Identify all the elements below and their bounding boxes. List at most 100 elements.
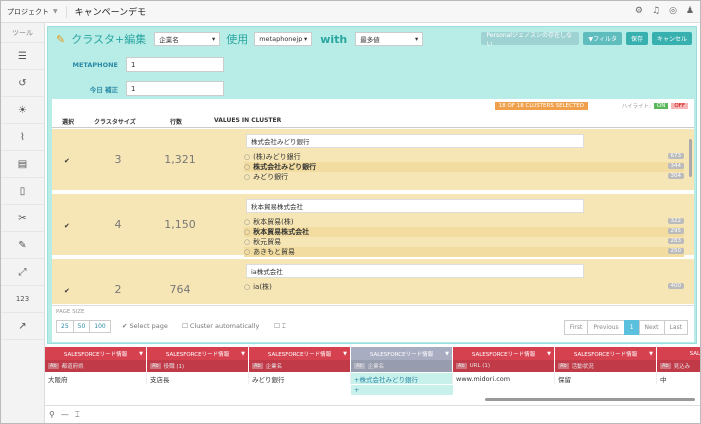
pager-first[interactable]: First — [563, 320, 589, 335]
cluster-value[interactable]: ○ あきもと貿易 250 — [244, 247, 684, 257]
grid-cell[interactable]: 支店長 — [147, 373, 249, 384]
horizontal-scrollbar[interactable] — [485, 398, 695, 401]
grid-cell[interactable] — [453, 385, 555, 395]
radio-icon[interactable]: ○ — [244, 218, 250, 226]
new-value-input[interactable]: 秋本貿易株式会社 — [246, 199, 584, 213]
text-icon[interactable]: ⌶ — [75, 410, 80, 420]
chevron-down-icon[interactable]: ▼ — [241, 351, 245, 357]
grid-column-header[interactable]: SALESFORCEリード情報 ▼ Ab 都道府県 — [45, 347, 146, 372]
type-icon: Ab — [48, 363, 59, 369]
grid-cell[interactable]: 保留 — [555, 373, 657, 384]
radio-icon[interactable]: ○ — [244, 173, 250, 181]
new-value-input[interactable]: 株式会社みどり銀行 — [246, 134, 584, 148]
grid-cell[interactable]: www.midori.com — [453, 373, 555, 384]
top-bar: プロジェクト ▼ キャンペーンデモ ⚙ ♫ ◎ ♟ — [1, 1, 700, 23]
filter-button[interactable]: ▼フィルタ — [583, 32, 622, 45]
scrollbar[interactable] — [689, 139, 692, 177]
grid-cell[interactable] — [657, 385, 700, 395]
history-icon[interactable]: ↺ — [1, 70, 44, 97]
chevron-down-icon[interactable]: ▼ — [139, 351, 143, 357]
project-label[interactable]: プロジェクト — [7, 7, 49, 17]
grid-cell[interactable] — [555, 385, 657, 395]
radio-icon[interactable]: ○ — [244, 248, 250, 256]
cluster-value[interactable]: ○ 秋本貿易株式会社 295 — [244, 227, 684, 237]
col-row-count[interactable]: 行数 — [170, 117, 182, 126]
radio-icon[interactable]: ○ — [244, 153, 250, 161]
table-icon[interactable]: ▤ — [1, 151, 44, 178]
select-checkbox[interactable]: ✔ — [64, 287, 70, 295]
col-cluster-size[interactable]: クラスタサイズ — [94, 117, 136, 126]
radio-icon[interactable]: ○ — [244, 283, 250, 291]
grid-column-header[interactable]: SALESFORCEリード情報 ▼ Ab 役職 (1) — [147, 347, 248, 372]
text-format-icon[interactable]: ☐ ⌶ — [274, 322, 286, 331]
select-checkbox[interactable]: ✔ — [64, 222, 70, 230]
user-icon[interactable]: ♟ — [686, 6, 694, 16]
chevron-down-icon[interactable]: ▼ — [547, 351, 551, 357]
cluster-auto-checkbox[interactable]: ☐ Cluster automatically — [182, 322, 259, 330]
grid-cell[interactable]: みどり銀行 — [249, 373, 351, 384]
column-source: SALESFORCEリード情報 ▼ — [249, 347, 350, 360]
scissors-icon[interactable]: ✂ — [1, 205, 44, 232]
help-icon[interactable]: ◎ — [669, 6, 677, 16]
radio-icon[interactable]: ○ — [244, 238, 250, 246]
number-icon[interactable]: 123 — [1, 286, 44, 313]
radio-icon[interactable]: ○ — [244, 163, 250, 171]
grid-cell[interactable]: + — [351, 385, 453, 395]
bell-icon[interactable]: ♫ — [652, 6, 660, 16]
correction-input[interactable]: 1 — [126, 81, 224, 96]
external-icon[interactable]: ↗ — [1, 313, 44, 340]
grid-column-header[interactable]: SALESFORCE▼Ab見込み — [657, 347, 700, 372]
highlight-on-button[interactable]: ON — [653, 103, 669, 109]
cancel-button[interactable]: キャンセル — [651, 32, 692, 45]
metaphone-input[interactable]: 1 — [126, 57, 224, 72]
select-page-checkbox[interactable]: ✔ Select page — [122, 322, 168, 330]
sun-icon[interactable]: ☀ — [1, 97, 44, 124]
grid-column-header[interactable]: SALESFORCEリード情報 ▼ Ab 企業名 — [351, 347, 452, 372]
cluster-value[interactable]: ○ 秋本貿易(株) 322 — [244, 217, 684, 227]
page-size-25[interactable]: 25 — [56, 320, 74, 333]
chevron-down-icon[interactable]: ▼ — [53, 8, 58, 15]
cluster-value[interactable]: ○ ia(株) 400 — [244, 282, 684, 292]
pager-last[interactable]: Last — [663, 320, 688, 335]
grid-cell[interactable]: +株式会社みどり銀行 — [351, 373, 453, 384]
cluster-value[interactable]: ○ 秋元貿易 283 — [244, 237, 684, 247]
new-value-input[interactable]: ia株式会社 — [246, 264, 584, 278]
pager-next[interactable]: Next — [638, 320, 665, 335]
cluster-value[interactable]: ○ 株式会社みどり銀行 344 — [244, 162, 684, 172]
search-icon[interactable]: ⚲ — [49, 410, 55, 419]
pager-current[interactable]: 1 — [623, 320, 640, 335]
cluster-rows: ✔ 3 1,321 株式会社みどり銀行 ○ (株)みどり銀行 673 ○ 株式会社みどり銀行 34… — [52, 129, 694, 304]
chevron-down-icon[interactable]: ▼ — [649, 351, 653, 357]
document-icon[interactable]: ▯ — [1, 178, 44, 205]
grid-column-header[interactable]: SALESFORCEリード情報 ▼ Ab 企業名 — [249, 347, 350, 372]
expand-icon[interactable]: ⤢ — [1, 259, 44, 286]
column-select[interactable]: 企業名 ▾ — [154, 32, 221, 46]
radio-icon[interactable]: ○ — [244, 228, 250, 236]
highlight-off-button[interactable]: OFF — [671, 103, 688, 109]
cluster-value[interactable]: ○ みどり銀行 304 — [244, 172, 684, 182]
page-size-50[interactable]: 50 — [72, 320, 91, 333]
page-size-100[interactable]: 100 — [89, 320, 111, 333]
chevron-down-icon[interactable]: ▼ — [445, 351, 449, 357]
settings-icon[interactable]: ⚙ — [635, 6, 643, 16]
strategy-select[interactable]: 最多値 ▾ — [355, 32, 424, 46]
type-icon: Ab — [252, 363, 263, 369]
method-select[interactable]: metaphonejp ▾ — [254, 32, 313, 46]
grid-cell[interactable]: 大阪府 — [45, 373, 147, 384]
paperclip-icon[interactable]: ⌇ — [1, 124, 44, 151]
personal-button[interactable]: Personalジェノスシの存在しない — [481, 32, 580, 48]
grid-cell[interactable]: 中 — [657, 373, 700, 384]
save-button[interactable]: 保存 — [625, 32, 648, 45]
grid-cell[interactable] — [147, 385, 249, 395]
chevron-down-icon[interactable]: ▼ — [343, 351, 347, 357]
pen-icon[interactable]: ✎ — [1, 232, 44, 259]
minus-icon[interactable]: — — [61, 410, 69, 419]
cluster-value[interactable]: ○ (株)みどり銀行 673 — [244, 152, 684, 162]
grid-cell[interactable] — [45, 385, 147, 395]
grid-cell[interactable] — [249, 385, 351, 395]
grid-column-header[interactable]: SALESFORCEリード情報 ▼ Ab 活動状況 — [555, 347, 656, 372]
select-checkbox[interactable]: ✔ — [64, 157, 70, 165]
grid-column-header[interactable]: SALESFORCEリード情報 ▼ Ab URL (1) — [453, 347, 554, 372]
list-icon[interactable]: ☰ — [1, 43, 44, 70]
pager-previous[interactable]: Previous — [587, 320, 625, 335]
